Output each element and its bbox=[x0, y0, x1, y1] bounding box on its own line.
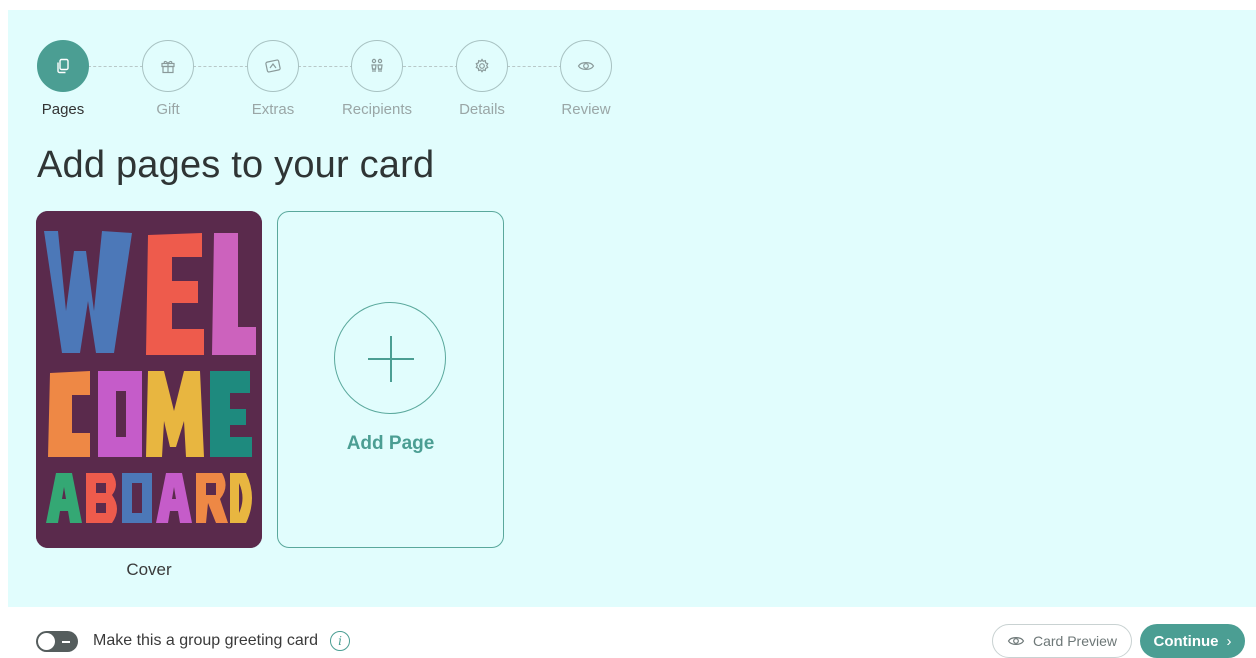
details-gear-icon bbox=[456, 40, 508, 92]
step-recipients[interactable]: Recipients bbox=[332, 40, 422, 118]
step-label: Gift bbox=[156, 101, 180, 118]
step-review[interactable]: Review bbox=[541, 40, 631, 118]
add-page-label: Add Page bbox=[346, 433, 435, 454]
info-icon[interactable]: i bbox=[330, 631, 350, 651]
step-extras[interactable]: Extras bbox=[228, 40, 318, 118]
toggle-knob bbox=[38, 633, 55, 650]
step-details[interactable]: Details bbox=[437, 40, 527, 118]
pages-icon bbox=[37, 40, 89, 92]
step-label: Pages bbox=[41, 101, 85, 118]
step-label: Review bbox=[561, 101, 611, 118]
step-label: Extras bbox=[251, 101, 295, 118]
step-label: Recipients bbox=[341, 101, 413, 118]
eye-icon bbox=[560, 40, 612, 92]
welcome-aboard-artwork bbox=[36, 211, 262, 548]
progress-stepper: Pages Gift Extras Recipients Details Rev… bbox=[0, 0, 1256, 130]
extras-icon bbox=[247, 40, 299, 92]
recipients-icon bbox=[351, 40, 403, 92]
add-page-card[interactable]: Add Page bbox=[277, 211, 504, 548]
cover-card[interactable] bbox=[36, 211, 262, 548]
page-title: Add pages to your card bbox=[37, 144, 435, 186]
plus-icon bbox=[334, 302, 446, 414]
step-pages[interactable]: Pages bbox=[18, 40, 108, 118]
gift-icon bbox=[142, 40, 194, 92]
card-preview-label: Card Preview bbox=[1032, 633, 1118, 649]
eye-icon bbox=[1007, 637, 1025, 645]
chevron-right-icon: › bbox=[1226, 632, 1232, 650]
cover-label: Cover bbox=[126, 560, 172, 579]
group-card-label: Make this a group greeting card bbox=[93, 632, 319, 649]
toggle-off-indicator bbox=[62, 641, 70, 643]
continue-button[interactable]: Continue › bbox=[1140, 624, 1245, 658]
step-label: Details bbox=[459, 101, 505, 118]
group-card-toggle[interactable] bbox=[36, 631, 78, 652]
step-gift[interactable]: Gift bbox=[123, 40, 213, 118]
continue-label: Continue bbox=[1153, 632, 1219, 650]
card-preview-button[interactable]: Card Preview bbox=[992, 624, 1132, 658]
